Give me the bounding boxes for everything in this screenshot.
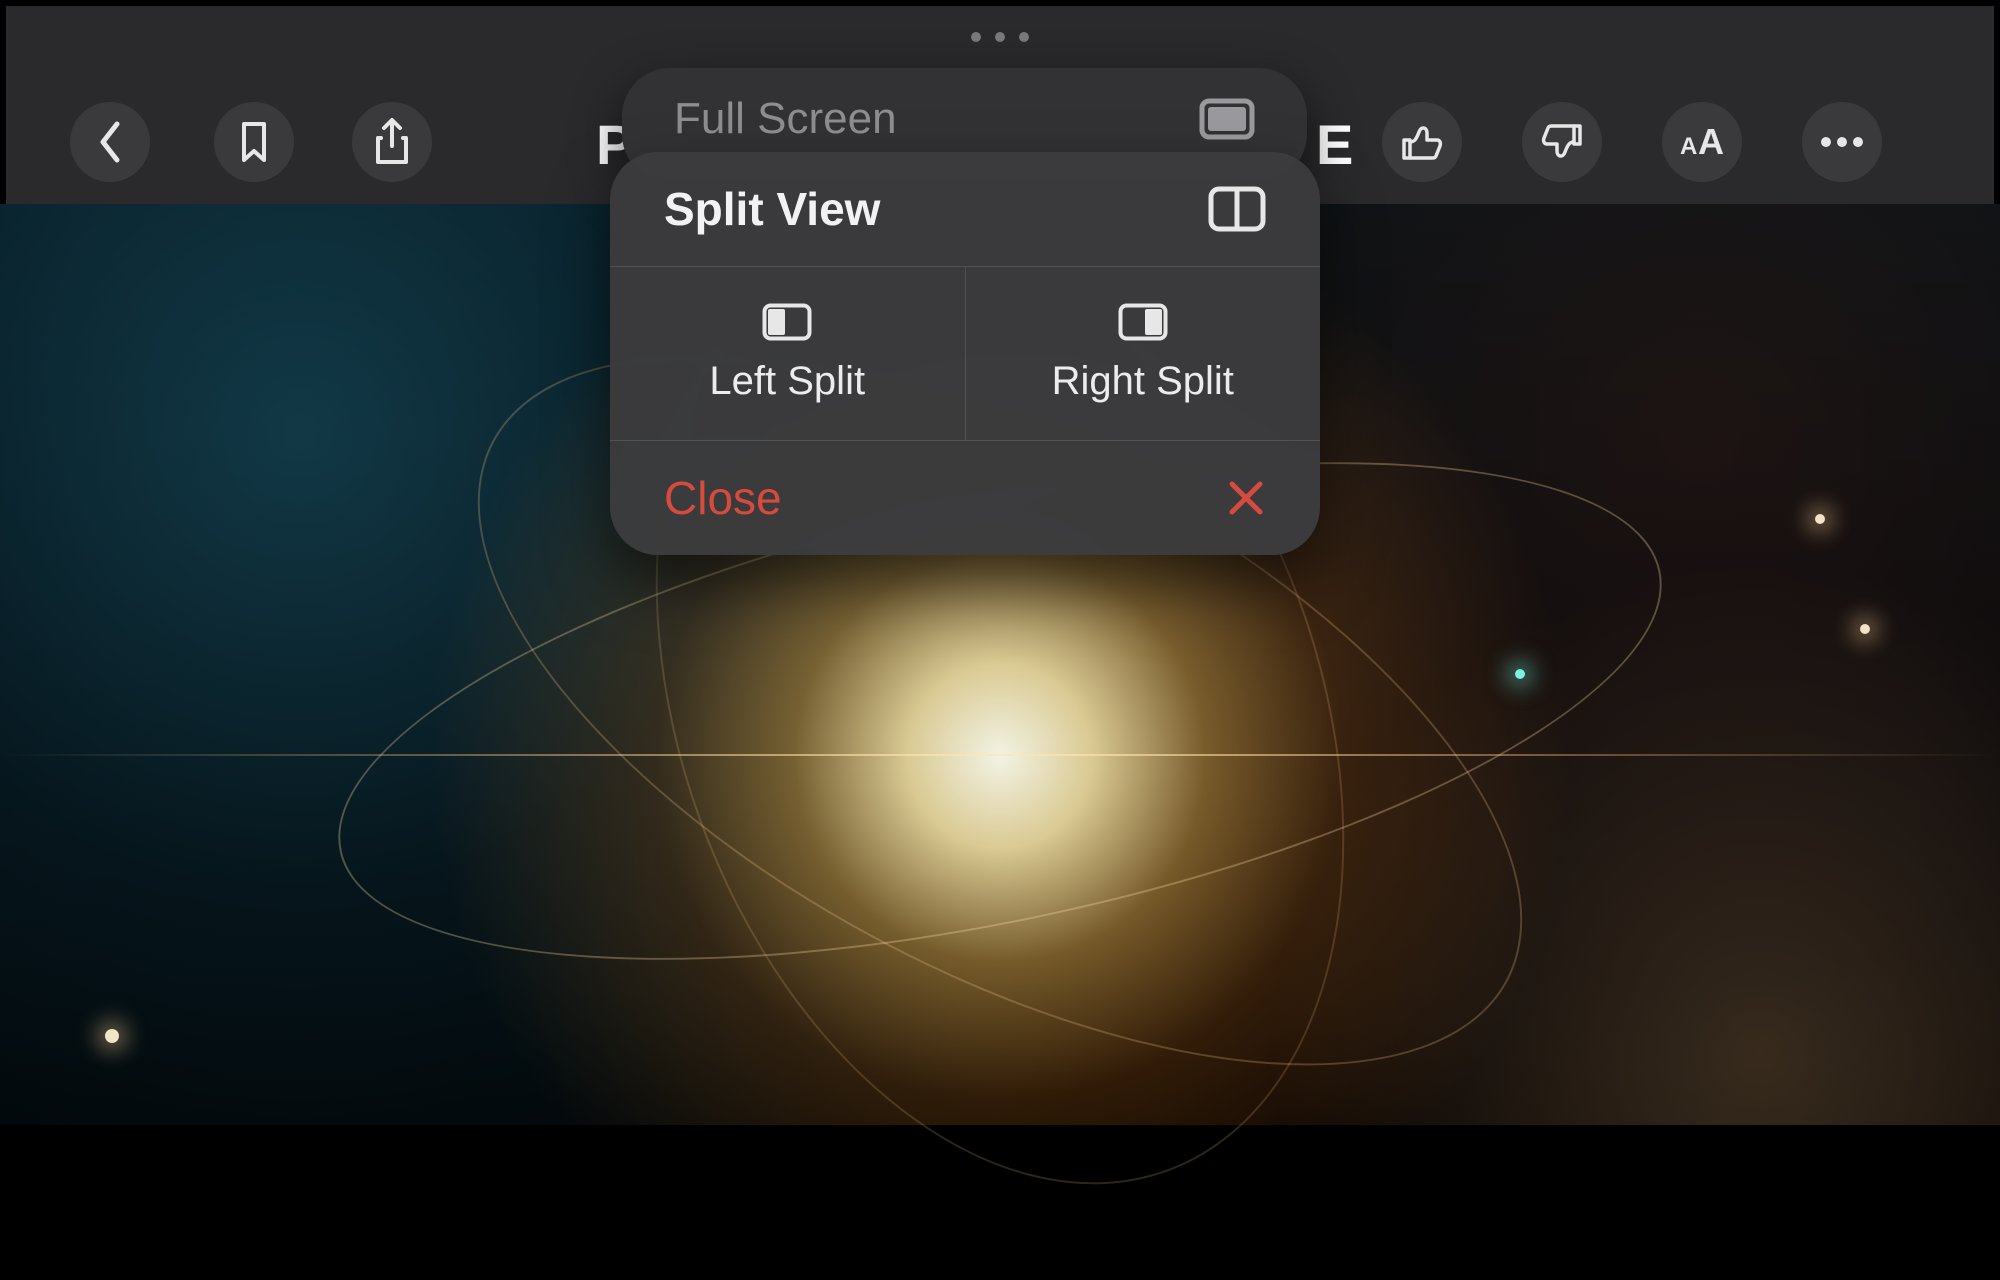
multitasking-handle[interactable]	[971, 32, 1029, 42]
like-button[interactable]	[1382, 102, 1462, 182]
svg-text:A: A	[1698, 122, 1724, 162]
share-icon	[372, 118, 412, 166]
right-split-icon	[1118, 303, 1168, 341]
split-view-icon	[1208, 186, 1266, 232]
svg-text:A: A	[1680, 133, 1697, 160]
text-size-button[interactable]: A A	[1662, 102, 1742, 182]
left-split-icon	[762, 303, 812, 341]
left-split-label: Left Split	[709, 359, 865, 404]
split-view-label: Split View	[664, 182, 880, 236]
close-option[interactable]: Close	[610, 441, 1320, 555]
thumbs-down-icon	[1540, 120, 1584, 164]
multitasking-menu: Split View Left Split Right Split Close	[610, 152, 1320, 555]
close-label: Close	[664, 471, 782, 525]
thumbs-up-icon	[1400, 120, 1444, 164]
right-split-label: Right Split	[1052, 359, 1234, 404]
full-screen-icon	[1199, 98, 1255, 140]
left-split-option[interactable]: Left Split	[610, 267, 966, 440]
decorative-spark	[1860, 624, 1870, 634]
decorative-spark	[1515, 669, 1525, 679]
more-button[interactable]	[1802, 102, 1882, 182]
decorative-spark	[1815, 514, 1825, 524]
text-size-icon: A A	[1674, 122, 1730, 162]
dislike-button[interactable]	[1522, 102, 1602, 182]
bookmark-button[interactable]	[214, 102, 294, 182]
bookmark-icon	[238, 120, 270, 164]
share-button[interactable]	[352, 102, 432, 182]
chevron-left-icon	[95, 120, 125, 164]
title-fragment: E	[1316, 112, 1356, 177]
ellipsis-icon	[1820, 136, 1864, 148]
split-view-option[interactable]: Split View	[610, 152, 1320, 267]
split-options: Left Split Right Split	[610, 267, 1320, 441]
right-split-option[interactable]: Right Split	[966, 267, 1321, 440]
close-icon	[1226, 478, 1266, 518]
full-screen-label: Full Screen	[674, 94, 897, 144]
decorative-spark	[105, 1029, 119, 1043]
back-button[interactable]	[70, 102, 150, 182]
